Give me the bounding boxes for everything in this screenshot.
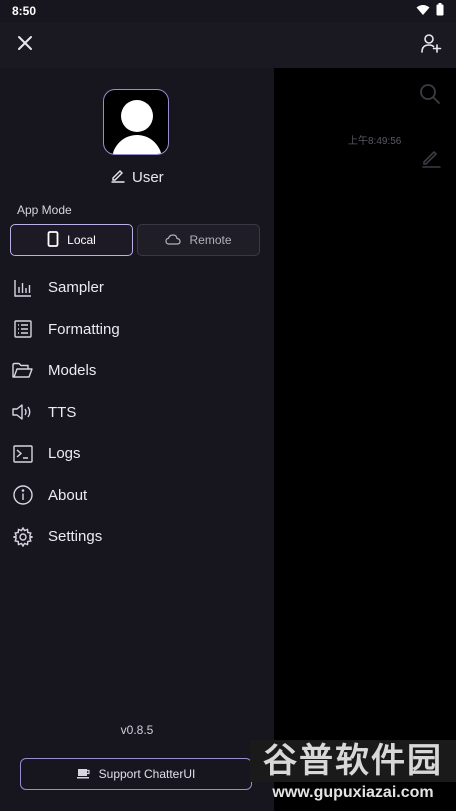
mode-local-label: Local (67, 233, 96, 247)
folder-icon (12, 360, 34, 382)
menu-label-logs: Logs (48, 445, 81, 463)
navigation-drawer: User App Mode Local Remote Sampler Forma… (0, 68, 274, 811)
status-icons (416, 3, 444, 21)
avatar-body (112, 135, 162, 154)
app-mode-toggle: Local Remote (10, 224, 260, 256)
battery-icon (436, 3, 444, 21)
menu-item-tts[interactable]: TTS (0, 392, 274, 434)
top-bar (0, 22, 456, 68)
menu-item-logs[interactable]: Logs (0, 433, 274, 475)
menu-label-formatting: Formatting (48, 320, 120, 338)
speaker-icon (12, 401, 34, 423)
menu-label-sampler: Sampler (48, 279, 104, 297)
coffee-icon (76, 767, 91, 782)
username-row[interactable]: User (110, 167, 164, 188)
list-icon (12, 318, 34, 340)
bar-chart-icon (12, 277, 34, 299)
avatar-head (121, 100, 153, 132)
close-button[interactable] (12, 32, 38, 58)
menu-label-tts: TTS (48, 403, 77, 421)
menu-label-about: About (48, 486, 88, 504)
gear-icon (12, 526, 34, 548)
app-mode-label: App Mode (17, 203, 72, 217)
mode-remote-label: Remote (189, 233, 232, 247)
status-time: 8:50 (12, 4, 37, 18)
phone-icon (47, 230, 59, 250)
mode-remote-button[interactable]: Remote (137, 224, 260, 256)
wifi-icon (416, 3, 430, 21)
drawer-menu: Sampler Formatting Models TTS Logs About… (0, 267, 274, 558)
message-timestamp: 上午8:49:56 (348, 136, 402, 147)
support-label: Support ChatterUI (98, 767, 196, 781)
avatar[interactable] (103, 89, 169, 155)
app-version: v0.8.5 (120, 723, 154, 737)
menu-item-models[interactable]: Models (0, 350, 274, 392)
info-icon (12, 484, 34, 506)
search-icon[interactable] (418, 82, 442, 111)
menu-item-settings[interactable]: Settings (0, 516, 274, 558)
pencil-icon (110, 167, 126, 188)
menu-item-formatting[interactable]: Formatting (0, 309, 274, 351)
add-user-icon (420, 32, 442, 59)
cloud-icon (165, 233, 182, 248)
edit-icon[interactable] (420, 146, 442, 173)
mode-local-button[interactable]: Local (10, 224, 133, 256)
add-user-button[interactable] (418, 32, 444, 58)
status-bar: 8:50 (0, 0, 456, 22)
menu-label-settings: Settings (48, 528, 103, 546)
username: User (132, 169, 164, 186)
menu-item-sampler[interactable]: Sampler (0, 267, 274, 309)
chat-background: 上午8:49:56 (274, 68, 456, 811)
terminal-icon (12, 443, 34, 465)
support-button[interactable]: Support ChatterUI (20, 758, 252, 790)
close-icon (17, 35, 33, 56)
menu-label-models: Models (48, 362, 97, 380)
menu-item-about[interactable]: About (0, 475, 274, 517)
